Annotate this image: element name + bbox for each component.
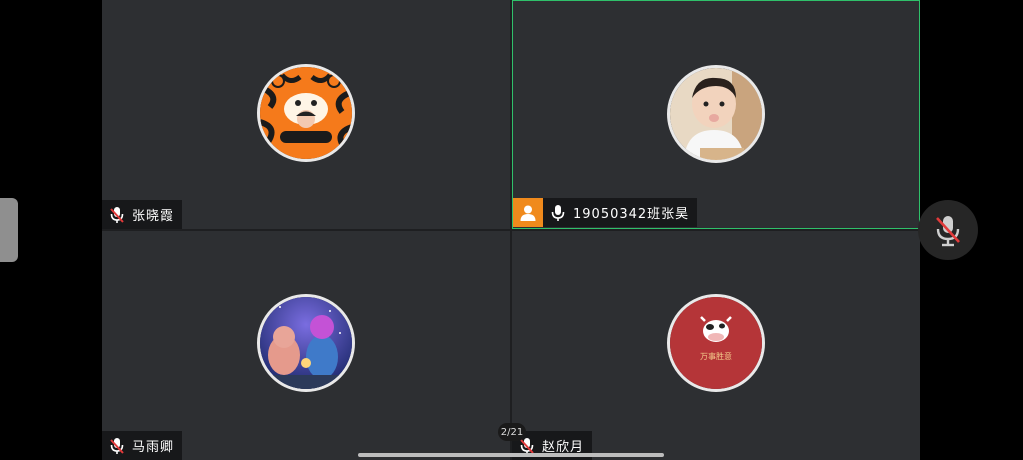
participant-name-tag: 19050342班张昊 xyxy=(513,198,698,227)
mic-muted-icon xyxy=(110,437,124,454)
home-indicator-bar[interactable] xyxy=(358,453,664,457)
child-photo-avatar xyxy=(667,65,765,163)
participant-name: 马雨卿 xyxy=(132,440,175,455)
participant-name: 张晓霞 xyxy=(132,209,175,224)
self-mute-button[interactable] xyxy=(918,200,978,260)
cow-avatar: 万事胜意 xyxy=(667,294,765,392)
person-icon xyxy=(520,205,536,221)
participant-tile[interactable]: 马雨卿 xyxy=(102,231,510,460)
participant-tile[interactable]: 万事胜意 赵欣月 xyxy=(512,231,920,460)
mic-muted-icon xyxy=(110,206,124,223)
mic-muted-icon xyxy=(936,216,960,247)
participant-tile-active[interactable]: 19050342班张昊 xyxy=(512,0,920,229)
mic-icon xyxy=(551,204,565,221)
participant-name-tag: 张晓霞 xyxy=(102,200,183,229)
participant-tile[interactable]: 张晓霞 xyxy=(102,0,510,229)
anime-night-avatar xyxy=(257,294,355,392)
host-badge xyxy=(513,198,543,227)
page-indicator: 2/21 xyxy=(498,423,526,441)
video-grid: 张晓霞 19050342班张昊 马雨卿 万事胜意 赵欣月 xyxy=(102,0,920,460)
avatar-caption: 万事胜意 xyxy=(700,351,732,361)
participant-name: 19050342班张昊 xyxy=(573,207,690,222)
participant-name-tag: 马雨卿 xyxy=(102,431,183,460)
tiger-avatar xyxy=(257,64,355,162)
side-drawer-handle[interactable] xyxy=(0,198,18,262)
